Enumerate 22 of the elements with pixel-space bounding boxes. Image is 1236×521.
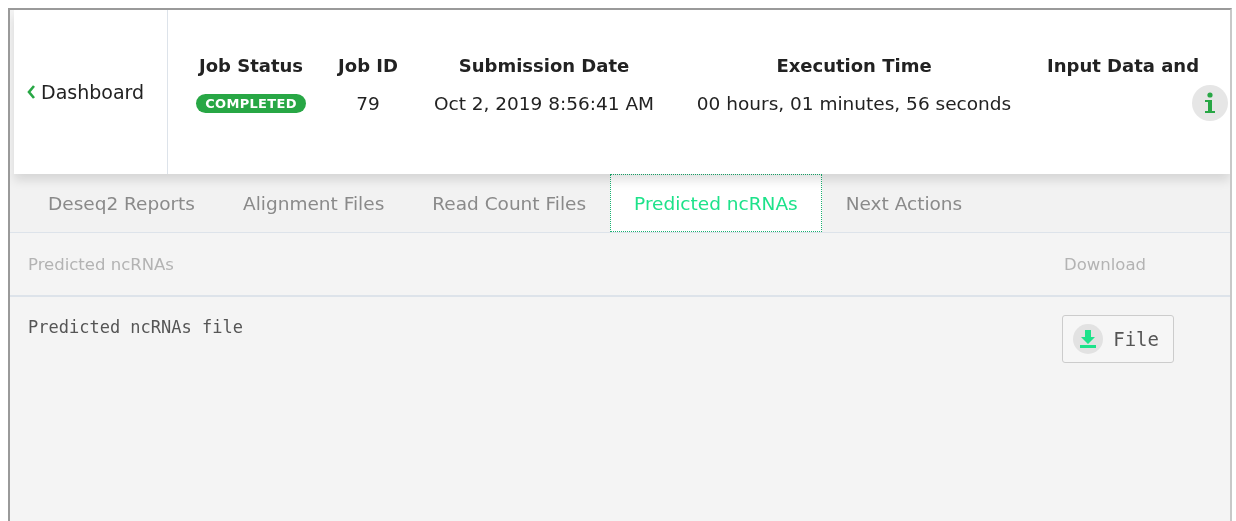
file-name: Predicted ncRNAs file (28, 317, 243, 337)
status-badge: COMPLETED (196, 93, 306, 113)
job-id: 79 (355, 92, 381, 114)
column-header: Input Data and (1046, 55, 1201, 78)
tab[interactable]: Alignment Files (219, 174, 409, 232)
column-header: Download (1063, 254, 1146, 274)
tab[interactable]: Read Count Files (408, 174, 611, 232)
submission-date: Oct 2, 2019 8:56:41 AM (432, 92, 656, 114)
dashboard-link[interactable]: Dashboard (26, 81, 145, 103)
download-button[interactable]: File (1062, 315, 1174, 363)
tab[interactable]: Predicted ncRNAs (610, 174, 822, 232)
info-icon[interactable] (1192, 85, 1228, 121)
column-header: Predicted ncRNAs (28, 254, 174, 274)
column-header: Job ID (336, 55, 399, 78)
chevron-left-icon (26, 84, 36, 100)
column-header: Job Status (197, 55, 305, 78)
tab[interactable]: Next Actions (821, 174, 987, 232)
execution-time: 00 hours, 01 minutes, 56 seconds (695, 92, 1013, 114)
tab[interactable]: Deseq2 Reports (24, 174, 219, 232)
column-header: Execution Time (775, 55, 933, 78)
column-header: Submission Date (457, 55, 631, 78)
download-icon (1073, 324, 1104, 354)
